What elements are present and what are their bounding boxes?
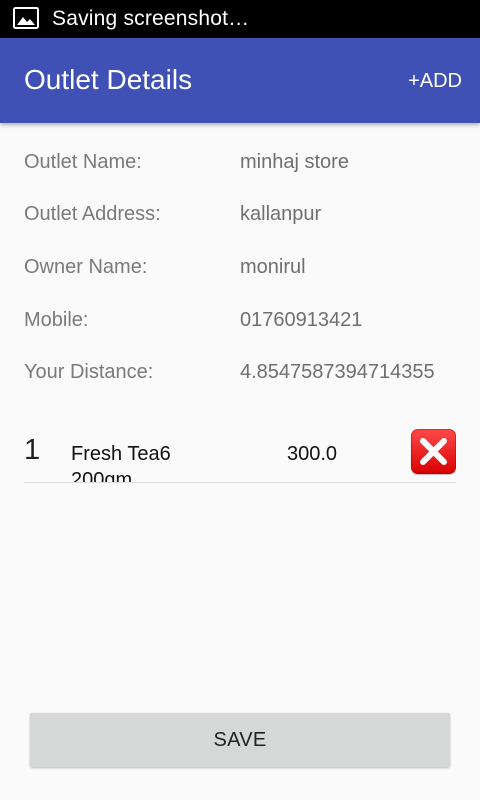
product-price: 300.0	[287, 443, 338, 465]
product-index: 1	[24, 434, 41, 466]
page-title: Outlet Details	[24, 64, 193, 95]
distance-row: Your Distance: 4.8547587394714355	[0, 358, 480, 388]
distance-value: 4.8547587394714355	[240, 361, 435, 383]
outlet-name-label: Outlet Name:	[24, 151, 142, 173]
image-icon	[13, 7, 39, 29]
outlet-address-label: Outlet Address:	[24, 203, 161, 225]
outlet-address-value: kallanpur	[240, 203, 322, 225]
mobile-label: Mobile:	[24, 309, 89, 331]
outlet-name-row: Outlet Name: minhaj store	[0, 148, 480, 178]
outlet-address-row: Outlet Address: kallanpur	[0, 200, 480, 230]
distance-label: Your Distance:	[24, 361, 154, 383]
owner-name-value: monirul	[240, 256, 306, 278]
app-bar: Outlet Details +ADD	[0, 38, 480, 123]
list-item: 1 Fresh Tea6 200gm 300.0	[24, 425, 456, 483]
owner-name-label: Owner Name:	[24, 256, 148, 278]
product-name: Fresh Tea6 200gm	[71, 443, 171, 483]
status-bar: Saving screenshot…	[0, 0, 480, 38]
mobile-value: 01760913421	[240, 309, 363, 331]
owner-name-row: Owner Name: monirul	[0, 253, 480, 283]
close-icon	[420, 438, 447, 465]
outlet-name-value: minhaj store	[240, 151, 349, 173]
mobile-row: Mobile: 01760913421	[0, 306, 480, 336]
save-button[interactable]: SAVE	[30, 713, 450, 767]
delete-product-button[interactable]	[411, 429, 456, 474]
add-button[interactable]: +ADD	[408, 68, 462, 94]
status-notification-text: Saving screenshot…	[52, 7, 250, 30]
